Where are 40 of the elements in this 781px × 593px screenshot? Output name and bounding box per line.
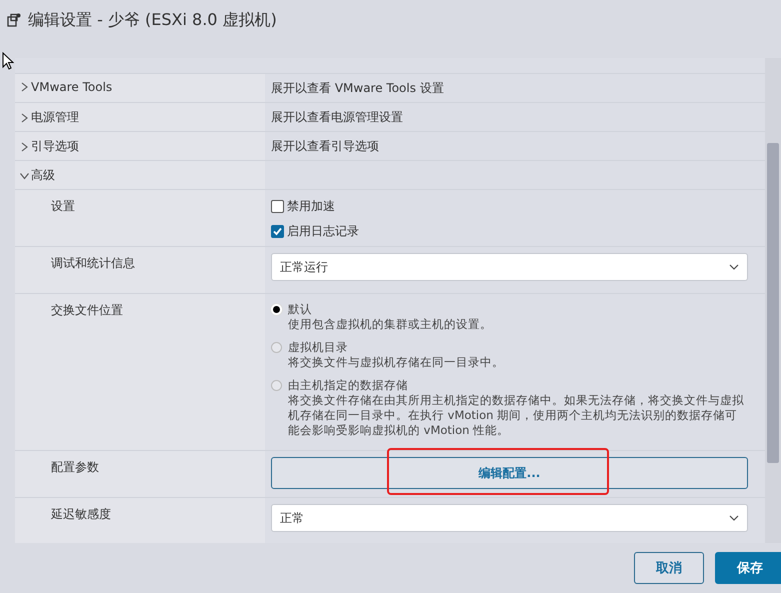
section-toggle[interactable]: 电源管理 [20, 109, 79, 126]
radio-label: 默认 [288, 302, 313, 317]
chevron-icon [20, 171, 30, 180]
edit-configuration-button[interactable]: 编辑配置... [271, 457, 748, 489]
section-summary: 展开以查看电源管理设置 [271, 110, 403, 124]
dropdown[interactable]: 正常运行 [271, 253, 748, 281]
section-toggle[interactable]: 高级 [20, 167, 55, 184]
scrollbar[interactable] [765, 58, 781, 543]
save-button[interactable]: 保存 [715, 552, 781, 584]
radio-description: 将交换文件与虚拟机存储在同一目录中。 [288, 355, 504, 370]
vm-settings-icon [7, 13, 21, 27]
radio-button[interactable] [271, 342, 282, 353]
section-toggle[interactable]: VMware Tools [20, 80, 112, 94]
setting-label: 设置 [50, 198, 75, 215]
setting-label: 调试和统计信息 [50, 255, 135, 272]
mouse-cursor-icon [2, 52, 14, 70]
checkbox[interactable] [271, 225, 284, 238]
window-title: 编辑设置 - 少爷 (ESXi 8.0 虚拟机) [28, 10, 277, 30]
section-summary: 展开以查看引导选项 [271, 139, 379, 153]
scrollbar-thumb[interactable] [767, 143, 779, 463]
radio-label: 由主机指定的数据存储 [288, 378, 409, 393]
checkbox-label: 禁用加速 [287, 198, 335, 215]
setting-label: 配置参数 [50, 459, 99, 476]
section-summary: 展开以查看 VMware Tools 设置 [271, 81, 444, 95]
checkbox-label: 启用日志记录 [287, 223, 359, 240]
radio-description: 使用包含虚拟机的集群或主机的设置。 [288, 317, 492, 332]
chevron-down-icon [729, 515, 739, 521]
dropdown[interactable]: 正常 [271, 504, 748, 532]
chevron-icon [20, 112, 29, 122]
radio-button[interactable] [271, 380, 282, 391]
radio-description: 将交换文件存储在由其所用主机指定的数据存储中。如果无法存储，将交换文件与虚拟机存储在同一目录中。在执行 vMotion 期间，使用两个主机均无法识别的数据存储可能会影响受影响虚拟机的 vMotion 性能。 [288, 393, 745, 438]
chevron-icon [20, 142, 29, 152]
checkbox[interactable] [271, 200, 284, 213]
chevron-icon [20, 82, 29, 92]
cancel-button[interactable]: 取消 [634, 552, 704, 584]
setting-label: 交换文件位置 [50, 302, 123, 319]
setting-label: 延迟敏感度 [50, 506, 111, 523]
chevron-down-icon [729, 264, 739, 270]
section-toggle[interactable]: 引导选项 [20, 138, 79, 155]
radio-label: 虚拟机目录 [288, 340, 349, 355]
